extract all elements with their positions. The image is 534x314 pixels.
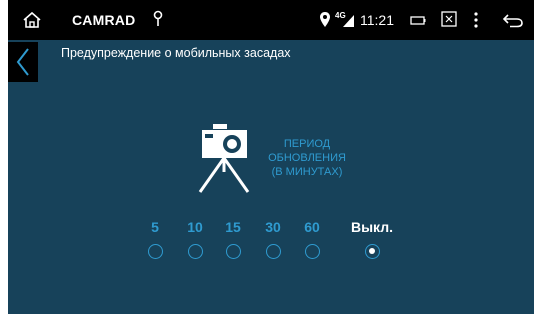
camera-icon [198, 124, 250, 193]
gps-pin-icon [320, 12, 330, 27]
svg-text:4G: 4G [335, 11, 346, 20]
period-label-line1: ПЕРИОД [283, 138, 331, 150]
back-button[interactable] [8, 42, 38, 82]
app-name: CAMRAD [72, 12, 136, 28]
period-option-60[interactable]: 60 [292, 218, 332, 259]
update-period-label: ПЕРИОД ОБНОВЛЕНИЯ (В МИНУТАХ) [258, 137, 356, 179]
radio-button[interactable] [304, 244, 320, 259]
status-bar: CAMRAD 4G 11:21 [8, 0, 534, 40]
period-label-line3: (В МИНУТАХ) [271, 166, 343, 178]
radio-button[interactable] [187, 244, 203, 259]
period-option-off[interactable]: Выкл. [350, 218, 394, 259]
period-option-30[interactable]: 30 [253, 218, 293, 259]
period-option-5[interactable]: 5 [135, 218, 175, 259]
radio-button[interactable] [147, 244, 163, 259]
option-label: 15 [225, 219, 241, 235]
radio-button[interactable] [225, 244, 241, 259]
screenshot-icon[interactable] [441, 11, 457, 27]
location-icon [153, 10, 163, 26]
option-label: 60 [304, 219, 320, 235]
radio-button-selected[interactable] [364, 244, 380, 259]
menu-icon[interactable] [473, 11, 479, 29]
home-icon[interactable] [22, 11, 42, 29]
period-label-line2: ОБНОВЛЕНИЯ [268, 152, 346, 164]
battery-icon [410, 16, 426, 25]
page-title: Предупреждение о мобильных засадах [61, 46, 291, 60]
option-label: Выкл. [350, 219, 394, 235]
clock-time: 11:21 [360, 12, 394, 28]
period-option-10[interactable]: 10 [175, 218, 215, 259]
option-label: 30 [265, 219, 281, 235]
back-arrow-icon[interactable] [502, 12, 524, 28]
signal-icon: 4G [335, 11, 354, 27]
screen: CAMRAD 4G 11:21 Предупреждение о мобильн… [8, 0, 534, 314]
option-label: 5 [151, 219, 159, 235]
period-option-15[interactable]: 15 [213, 218, 253, 259]
chevron-left-icon [16, 48, 29, 76]
option-label: 10 [187, 219, 203, 235]
radio-button[interactable] [265, 244, 281, 259]
